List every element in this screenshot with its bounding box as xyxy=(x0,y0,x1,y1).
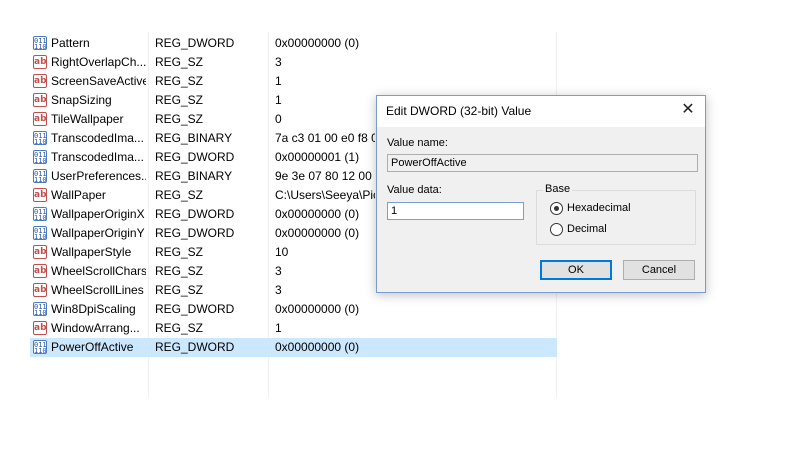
registry-value-row[interactable]: ab WindowArrang... REG_SZ 1 xyxy=(30,319,557,338)
registry-value-row[interactable]: ab RightOverlapCh... REG_SZ 3 xyxy=(30,53,557,72)
string-value-icon: ab xyxy=(33,245,47,259)
ok-button[interactable]: OK xyxy=(540,260,612,280)
value-data-label: Value data: xyxy=(387,184,442,196)
decimal-radio[interactable] xyxy=(550,223,563,236)
value-name: WindowArrang... xyxy=(51,321,140,335)
binary-value-icon: 011 110 xyxy=(33,226,47,240)
value-data: 9e 3e 07 80 12 00 00 xyxy=(275,169,375,183)
dialog-body: Value name: PowerOffActive Value data: 1… xyxy=(377,127,705,292)
value-data: 3 xyxy=(275,55,282,69)
value-data-input[interactable]: 1 xyxy=(387,202,524,220)
value-name: SnapSizing xyxy=(51,93,112,107)
value-data: 0x00000000 (0) xyxy=(275,302,360,316)
value-type: REG_DWORD xyxy=(155,36,235,50)
value-type: REG_SZ xyxy=(155,55,204,69)
value-name: ScreenSaveActive xyxy=(51,74,146,88)
string-value-icon: ab xyxy=(33,264,47,278)
value-data: 1 xyxy=(275,321,282,335)
binary-value-icon: 011 110 xyxy=(33,207,47,221)
value-type: REG_SZ xyxy=(155,93,204,107)
registry-value-row[interactable]: ab ScreenSaveActive REG_SZ 1 xyxy=(30,72,557,91)
value-name: WallpaperOriginY xyxy=(51,226,145,240)
value-data: 3 xyxy=(275,264,282,278)
value-type: REG_DWORD xyxy=(155,207,235,221)
string-value-icon: ab xyxy=(33,283,47,297)
value-data: 0 xyxy=(275,112,282,126)
registry-value-row[interactable]: 011 110 PowerOffActive REG_DWORD 0x00000000 … xyxy=(30,338,557,357)
value-name-label: Value name: xyxy=(387,137,448,149)
binary-value-icon: 011 110 xyxy=(33,340,47,354)
value-name-field[interactable]: PowerOffActive xyxy=(387,154,698,172)
string-value-icon: ab xyxy=(33,74,47,88)
value-data: C:\Users\Seeya\Pict xyxy=(275,188,375,202)
base-label: Base xyxy=(543,183,573,195)
dialog-title: Edit DWORD (32-bit) Value xyxy=(386,104,532,118)
string-value-icon: ab xyxy=(33,188,47,202)
value-data: 0x00000001 (1) xyxy=(275,150,360,164)
value-name: WallPaper xyxy=(51,188,106,202)
value-data: 0x00000000 (0) xyxy=(275,340,360,354)
value-type: REG_DWORD xyxy=(155,340,235,354)
value-data: 3 xyxy=(275,283,282,297)
string-value-icon: ab xyxy=(33,55,47,69)
edit-dword-dialog: Edit DWORD (32-bit) Value ✕ Value name: … xyxy=(376,95,706,293)
value-name: Win8DpiScaling xyxy=(51,302,136,316)
value-data: 10 xyxy=(275,245,289,259)
value-name: WallpaperOriginX xyxy=(51,207,145,221)
value-name: RightOverlapCh... xyxy=(51,55,146,69)
value-type: REG_DWORD xyxy=(155,302,235,316)
value-type: REG_SZ xyxy=(155,245,204,259)
value-data: 0x00000000 (0) xyxy=(275,207,360,221)
value-name: PowerOffActive xyxy=(51,340,134,354)
value-type: REG_SZ xyxy=(155,112,204,126)
cancel-button[interactable]: Cancel xyxy=(623,260,695,280)
binary-value-icon: 011 110 xyxy=(33,36,47,50)
value-name: WheelScrollChars xyxy=(51,264,146,278)
hexadecimal-radio[interactable] xyxy=(550,202,563,215)
value-type: REG_SZ xyxy=(155,321,204,335)
value-type: REG_BINARY xyxy=(155,169,233,183)
binary-value-icon: 011 110 xyxy=(33,131,47,145)
registry-value-row[interactable]: 011 110 Pattern REG_DWORD 0x00000000 (0) xyxy=(30,34,557,53)
string-value-icon: ab xyxy=(33,321,47,335)
string-value-icon: ab xyxy=(33,93,47,107)
string-value-icon: ab xyxy=(33,112,47,126)
value-type: REG_SZ xyxy=(155,74,204,88)
decimal-label[interactable]: Decimal xyxy=(567,223,607,235)
value-type: REG_DWORD xyxy=(155,150,235,164)
value-type: REG_SZ xyxy=(155,283,204,297)
value-type: REG_DWORD xyxy=(155,226,235,240)
value-data: 1 xyxy=(275,93,282,107)
hexadecimal-label[interactable]: Hexadecimal xyxy=(567,202,631,214)
registry-value-row[interactable]: 011 110 Win8DpiScaling REG_DWORD 0x00000000 … xyxy=(30,300,557,319)
binary-value-icon: 011 110 xyxy=(33,150,47,164)
value-type: REG_SZ xyxy=(155,264,204,278)
binary-value-icon: 011 110 xyxy=(33,169,47,183)
value-data: 0x00000000 (0) xyxy=(275,36,360,50)
value-type: REG_SZ xyxy=(155,188,204,202)
value-name: Pattern xyxy=(51,36,90,50)
value-data: 1 xyxy=(275,74,282,88)
value-type: REG_BINARY xyxy=(155,131,233,145)
close-icon[interactable]: ✕ xyxy=(679,100,697,120)
value-name: TranscodedIma... xyxy=(51,150,144,164)
value-name: TileWallpaper xyxy=(51,112,124,126)
value-data: 0x00000000 (0) xyxy=(275,226,360,240)
binary-value-icon: 011 110 xyxy=(33,302,47,316)
base-group xyxy=(536,190,696,245)
value-name: TranscodedIma... xyxy=(51,131,144,145)
value-name: WheelScrollLines xyxy=(51,283,144,297)
value-name: WallpaperStyle xyxy=(51,245,132,259)
value-name: UserPreferences... xyxy=(51,169,146,183)
value-data: 7a c3 01 00 e0 f8 02 xyxy=(275,131,375,145)
